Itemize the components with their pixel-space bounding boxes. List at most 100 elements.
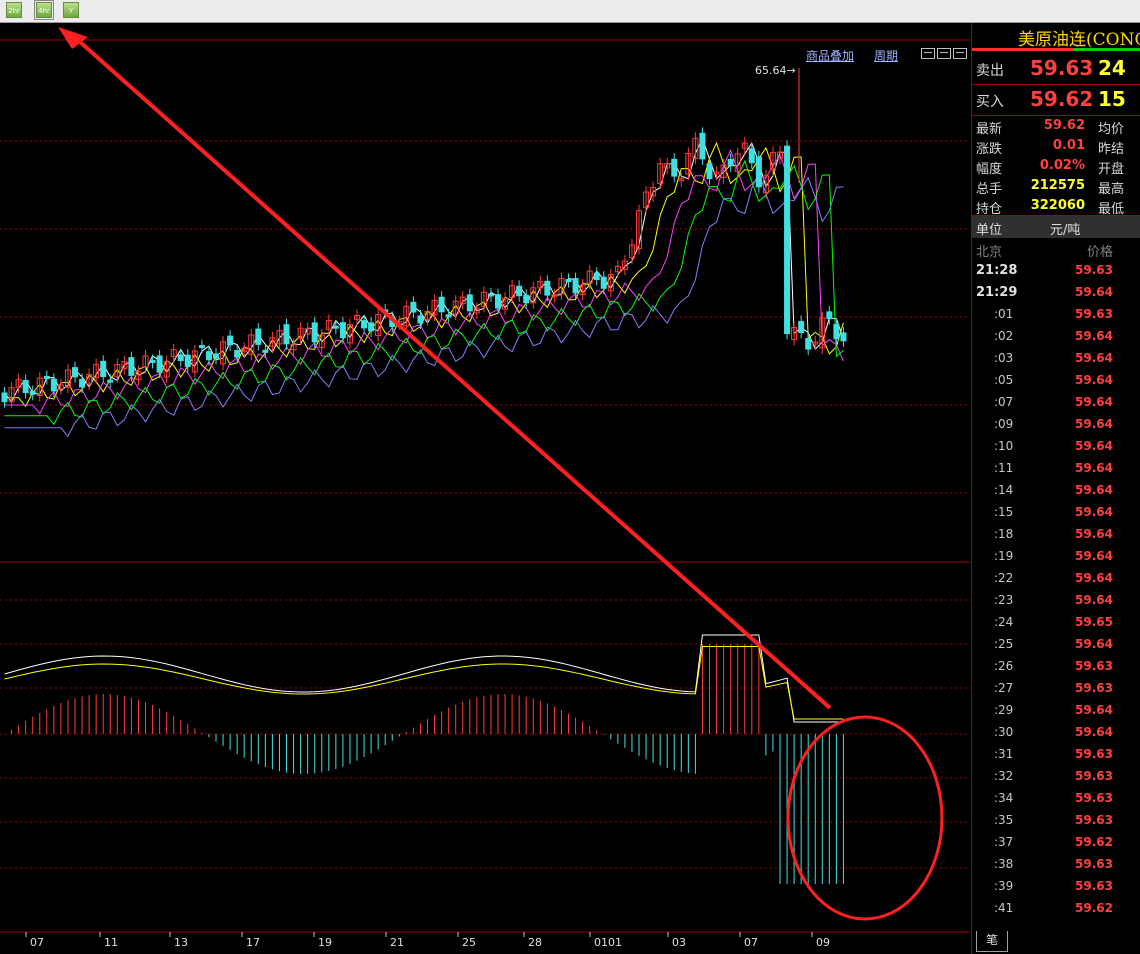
tick-time: :37 bbox=[994, 835, 1014, 849]
candle bbox=[833, 324, 840, 340]
tick-price: 59.62 bbox=[1075, 835, 1113, 849]
tick-price: 59.62 bbox=[1075, 901, 1113, 915]
kline-chart-area[interactable]: 07 11 13 17 19 21 25 28 0101 03 07 09 65.64→ 商品叠加 周… bbox=[0, 23, 970, 954]
candle bbox=[798, 321, 805, 334]
candle bbox=[544, 280, 551, 296]
stat-key: 最新 bbox=[976, 122, 1003, 137]
moving-average-lines bbox=[4, 136, 844, 438]
annotation-layer bbox=[58, 27, 944, 921]
stat-value: 0.01 bbox=[1052, 138, 1085, 153]
tick-row: :37 59.62 bbox=[972, 831, 1140, 853]
stat-value: 322060 bbox=[1030, 198, 1085, 213]
unit-value: 元/吨 bbox=[1050, 223, 1081, 238]
tick-price: 59.63 bbox=[1075, 857, 1113, 871]
tick-price: 59.64 bbox=[1075, 637, 1113, 651]
tick-time: :24 bbox=[994, 615, 1014, 629]
candle bbox=[755, 156, 762, 188]
candle bbox=[339, 322, 346, 339]
buy-label: 买入 bbox=[976, 94, 1004, 110]
4hr-chart-icon[interactable]: 4hr bbox=[34, 0, 54, 20]
candle bbox=[487, 293, 494, 297]
period-link[interactable]: 周期 bbox=[874, 47, 898, 64]
candle bbox=[516, 285, 523, 297]
tick-table-header: 北京 价格 bbox=[972, 239, 1140, 260]
candle bbox=[572, 278, 579, 294]
tick-price: 59.64 bbox=[1075, 351, 1113, 365]
candle bbox=[50, 378, 57, 392]
tick-row: :10 59.64 bbox=[972, 435, 1140, 457]
tick-row: :03 59.64 bbox=[972, 347, 1140, 369]
stat-key: 总手 bbox=[976, 182, 1003, 197]
tick-price: 59.64 bbox=[1075, 527, 1113, 541]
x-axis-label: 09 bbox=[816, 936, 830, 949]
candle bbox=[748, 148, 755, 164]
stat-key2: 开盘 bbox=[1098, 162, 1125, 177]
overlay-commodity-link[interactable]: 商品叠加 bbox=[806, 47, 854, 64]
candle bbox=[22, 379, 29, 394]
candle bbox=[368, 322, 375, 332]
chart-window-buttons bbox=[921, 48, 967, 59]
toolbar: 2hr 4hr Y bbox=[0, 0, 1140, 23]
scroll-right-icon[interactable] bbox=[937, 48, 951, 59]
kline-chart[interactable]: 07 11 13 17 19 21 25 28 0101 03 07 09 65.64→ bbox=[0, 23, 970, 954]
price-header: 价格 bbox=[1086, 245, 1113, 260]
tick-time: :09 bbox=[994, 417, 1014, 431]
tick-row: :02 59.64 bbox=[972, 325, 1140, 347]
scroll-left-icon[interactable] bbox=[921, 48, 935, 59]
stat-row: 幅度 0.02% 开盘 bbox=[972, 156, 1140, 177]
candle bbox=[79, 378, 86, 388]
tick-row: :39 59.63 bbox=[972, 875, 1140, 897]
tick-row: 21:28 59.63 bbox=[972, 259, 1140, 281]
tick-price: 59.63 bbox=[1075, 769, 1113, 783]
candle bbox=[466, 294, 473, 312]
tick-time: :15 bbox=[994, 505, 1014, 519]
candle bbox=[156, 355, 163, 373]
tick-time: :11 bbox=[994, 461, 1014, 475]
candle bbox=[699, 132, 706, 160]
candle bbox=[107, 379, 114, 383]
candle bbox=[1, 392, 8, 403]
candle bbox=[361, 320, 368, 329]
instrument-name: 美原油连(CONC) bbox=[1018, 30, 1140, 50]
time-header: 北京 bbox=[976, 245, 1003, 260]
candle bbox=[706, 163, 713, 180]
tick-time: :32 bbox=[994, 769, 1014, 783]
stat-key: 幅度 bbox=[976, 162, 1003, 177]
buy-volume: 15 bbox=[1098, 87, 1126, 111]
tab-trades[interactable]: 笔 bbox=[976, 931, 1008, 952]
unit-label: 单位 bbox=[976, 223, 1003, 238]
x-axis-label: 0101 bbox=[594, 936, 622, 949]
candle bbox=[184, 354, 191, 367]
candle bbox=[234, 350, 241, 358]
stat-key: 涨跌 bbox=[976, 142, 1003, 157]
candle bbox=[600, 276, 607, 289]
tick-time: :29 bbox=[994, 703, 1014, 717]
tick-time: :03 bbox=[994, 351, 1014, 365]
candle bbox=[213, 353, 219, 359]
tick-price: 59.64 bbox=[1075, 571, 1113, 585]
stat-key2: 均价 bbox=[1098, 122, 1125, 137]
candle bbox=[255, 328, 262, 345]
candle bbox=[565, 279, 572, 283]
stat-value: 0.02% bbox=[1039, 158, 1085, 173]
tick-price: 59.63 bbox=[1075, 263, 1113, 277]
candle bbox=[727, 159, 734, 167]
tick-time: :38 bbox=[994, 857, 1014, 871]
maximize-icon[interactable] bbox=[953, 48, 967, 59]
tick-time: :35 bbox=[994, 813, 1014, 827]
candle bbox=[227, 335, 234, 346]
red-circle bbox=[786, 715, 944, 921]
tick-row: :18 59.64 bbox=[972, 523, 1140, 545]
tick-price: 59.64 bbox=[1075, 505, 1113, 519]
filter-icon[interactable]: Y bbox=[63, 2, 79, 18]
unit-row: 单位 元/吨 bbox=[972, 216, 1140, 238]
x-axis-labels: 07 11 13 17 19 21 25 28 0101 03 07 09 bbox=[25, 932, 830, 949]
x-axis-label: 03 bbox=[672, 936, 686, 949]
candle bbox=[445, 314, 452, 318]
x-axis-label: 19 bbox=[318, 936, 332, 949]
tick-time: :10 bbox=[994, 439, 1014, 453]
dif-line bbox=[4, 634, 844, 723]
tick-price: 59.65 bbox=[1075, 615, 1113, 629]
x-axis-label: 07 bbox=[30, 936, 44, 949]
2hr-chart-icon[interactable]: 2hr bbox=[6, 2, 22, 18]
